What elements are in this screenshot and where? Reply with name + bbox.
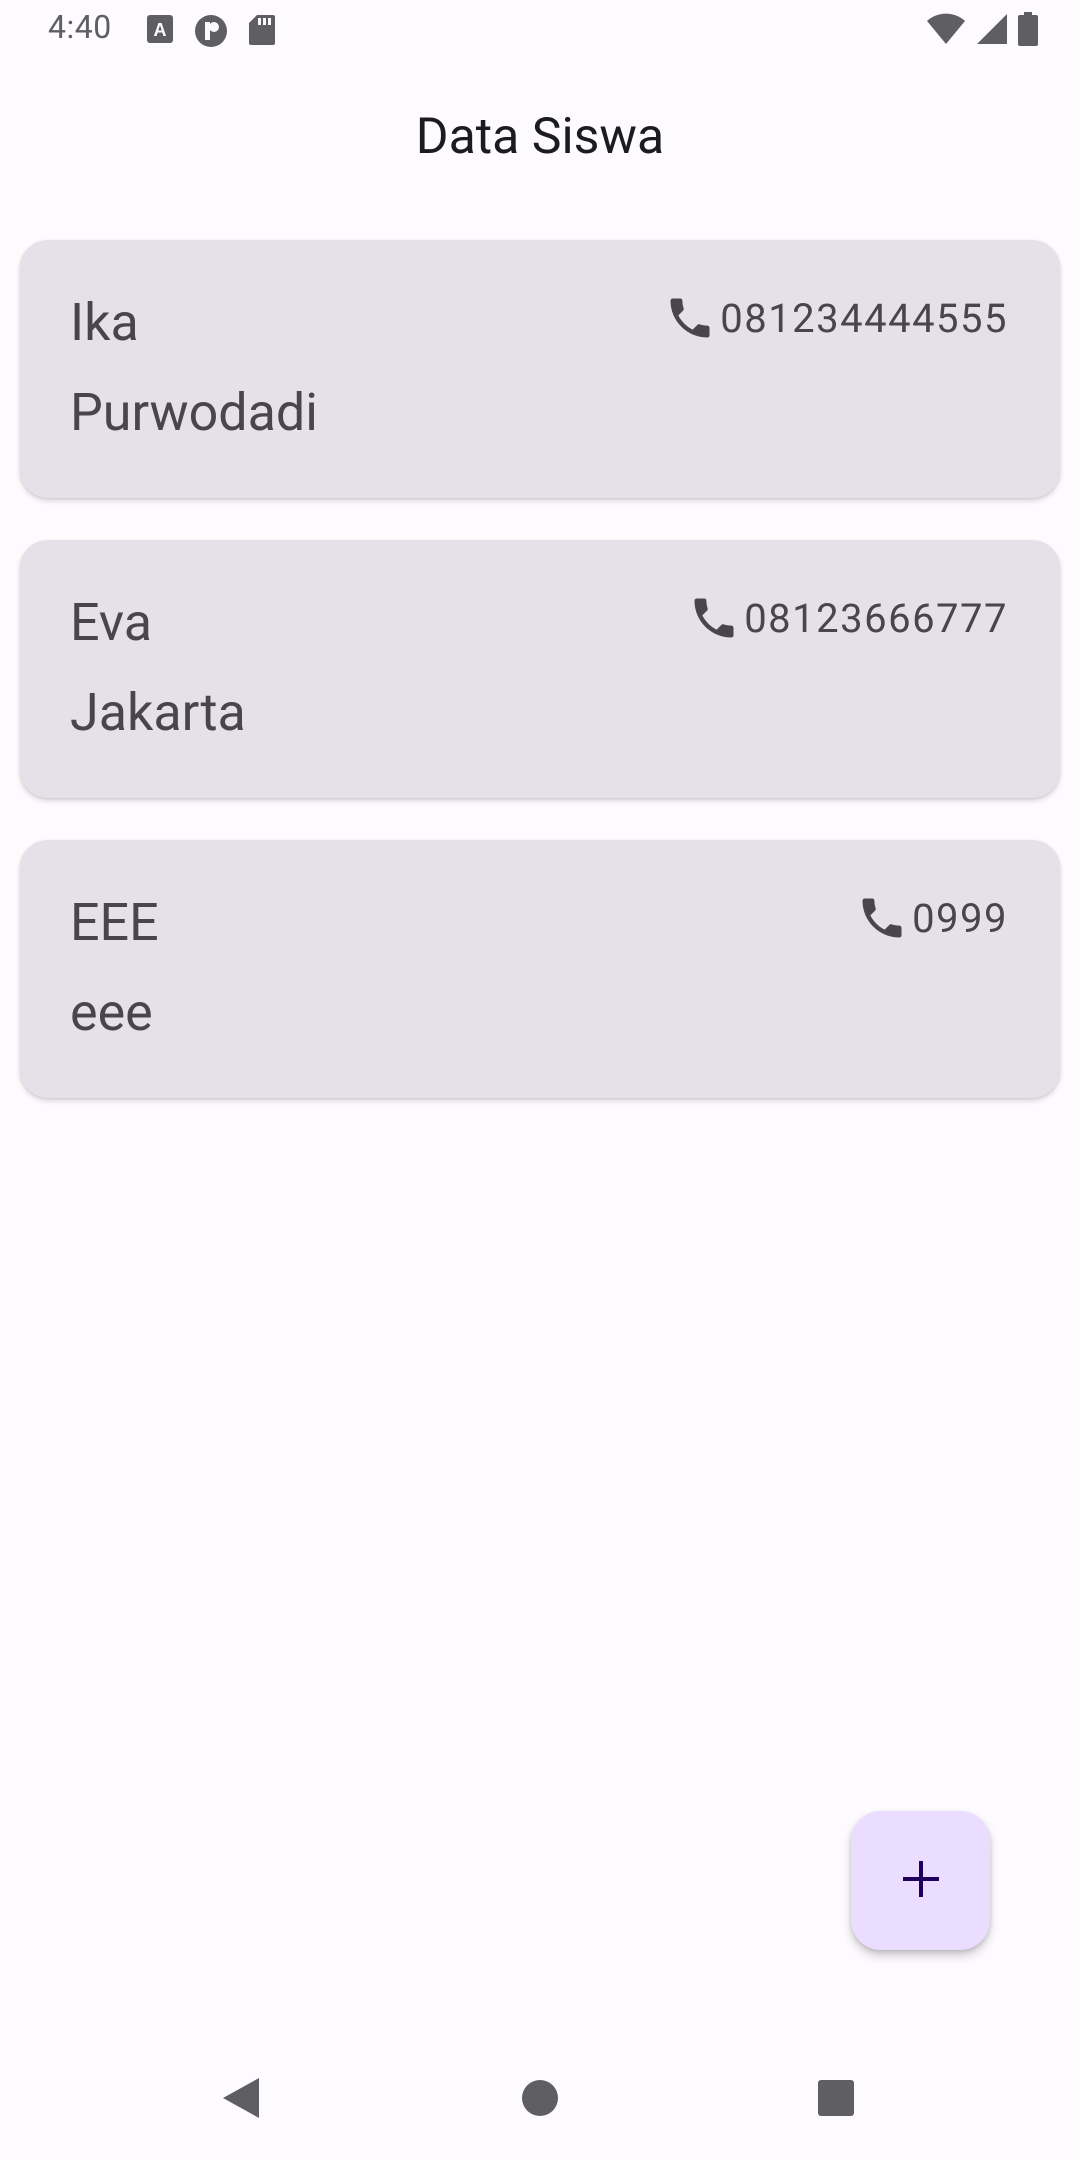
circle-p-icon [194, 14, 228, 52]
accessibility-a-icon: A [146, 14, 174, 52]
phone-icon [664, 292, 716, 344]
student-name: Eva [70, 592, 152, 653]
wifi-icon [926, 13, 966, 49]
student-name: EEE [70, 892, 159, 953]
student-phone: 08123666777 [688, 592, 1008, 644]
student-phone: 081234444555 [664, 292, 1008, 344]
phone-number: 08123666777 [744, 594, 1008, 642]
student-city: Purwodadi [70, 382, 318, 443]
svg-text:A: A [154, 20, 167, 40]
student-card[interactable]: Ika Purwodadi 081234444555 [20, 240, 1060, 498]
recents-icon [817, 2079, 855, 2121]
student-city: Jakarta [70, 682, 246, 743]
home-icon [521, 2079, 559, 2121]
recents-button[interactable] [806, 2070, 866, 2130]
sd-card-icon [248, 14, 276, 52]
plus-icon [901, 1859, 941, 1903]
student-city: eee [70, 982, 153, 1043]
student-card[interactable]: EEE eee 0999 [20, 840, 1060, 1098]
phone-number: 0999 [912, 894, 1008, 942]
home-button[interactable] [510, 2070, 570, 2130]
back-button[interactable] [211, 2070, 271, 2130]
add-student-button[interactable] [851, 1811, 990, 1950]
page-title: Data Siswa [415, 108, 665, 166]
back-icon [221, 2076, 261, 2124]
battery-icon [1018, 12, 1038, 50]
status-left-icons: A [146, 14, 276, 52]
status-bar: 4:40 A [0, 0, 1080, 62]
phone-icon [856, 892, 908, 944]
student-name: Ika [70, 292, 139, 353]
status-time: 4:40 [48, 8, 112, 46]
status-right-icons [926, 12, 1038, 50]
student-card[interactable]: Eva Jakarta 08123666777 [20, 540, 1060, 798]
signal-icon [976, 13, 1008, 49]
phone-icon [688, 592, 740, 644]
system-nav-bar [0, 2040, 1080, 2160]
phone-number: 081234444555 [720, 294, 1008, 342]
student-phone: 0999 [856, 892, 1008, 944]
